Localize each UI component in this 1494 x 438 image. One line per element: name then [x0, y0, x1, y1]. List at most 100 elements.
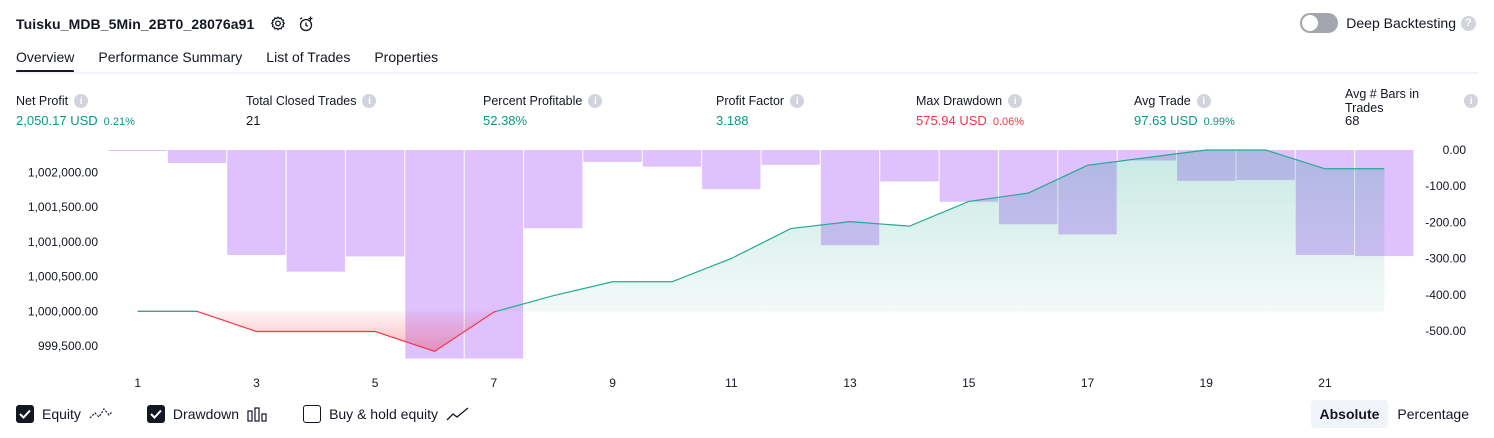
metric-avg-bars-in-trades: Avg # Bars in Trades i 68	[1345, 87, 1478, 128]
metric-profit-factor: Profit Factor i 3.188	[716, 93, 805, 128]
left-axis-tick-label: 1,001,500.00	[28, 200, 98, 214]
equity-drawdown-chart: 1,002,000.00 1,001,500.00 1,001,000.00 1,00…	[28, 143, 1466, 390]
equity-label: Equity	[42, 406, 81, 422]
tab-list-of-trades[interactable]: List of Trades	[266, 44, 350, 74]
x-axis-tick-label: 5	[372, 376, 379, 390]
chart-legend: Equity Drawdown Buy & hold equity	[16, 403, 504, 425]
x-axis-tick-label: 15	[962, 376, 976, 390]
left-axis-tick-label: 1,002,000.00	[28, 165, 98, 179]
buy-hold-line-icon	[446, 406, 470, 422]
right-axis-tick-label: -200.00	[1425, 215, 1466, 229]
equity-line-icon	[89, 406, 113, 422]
settings-icon[interactable]	[266, 12, 290, 36]
drawdown-bar	[227, 150, 286, 255]
info-icon[interactable]: i	[790, 94, 805, 108]
metric-value: 575.94 USD	[916, 113, 987, 128]
tab-bar: Overview Performance Summary List of Tra…	[16, 44, 462, 74]
metric-value: 3.188	[716, 113, 749, 128]
strategy-header: Tuisku_MDB_5Min_2BT0_28076a91	[16, 12, 318, 36]
info-icon[interactable]: i	[1008, 94, 1023, 108]
right-axis-tick-label: -300.00	[1425, 252, 1466, 266]
legend-equity[interactable]: Equity	[16, 405, 113, 423]
metric-value: 97.63 USD	[1134, 113, 1198, 128]
metric-percent: 0.21%	[103, 116, 135, 128]
drawdown-bars-icon	[247, 406, 269, 422]
metric-label: Max Drawdown	[916, 94, 1003, 108]
metric-avg-trade: Avg Trade i 97.63 USD 0.99%	[1134, 93, 1235, 128]
metric-percent-profitable: Percent Profitable i 52.38%	[483, 93, 603, 128]
metric-max-drawdown: Max Drawdown i 575.94 USD 0.06%	[916, 93, 1024, 128]
metric-value: 2,050.17 USD	[16, 113, 98, 128]
x-axis-tick-label: 9	[609, 376, 616, 390]
info-icon[interactable]: i	[588, 94, 603, 108]
metric-value: 21	[246, 113, 261, 128]
strategy-title: Tuisku_MDB_5Min_2BT0_28076a91	[16, 16, 255, 32]
left-axis-tick-label: 1,000,000.00	[28, 304, 98, 318]
x-axis-tick-label: 17	[1081, 376, 1095, 390]
x-axis-tick-label: 19	[1200, 376, 1214, 390]
info-icon[interactable]: i	[1196, 94, 1211, 108]
toggle-knob	[1302, 15, 1319, 31]
right-axis-tick-label: -100.00	[1425, 179, 1466, 193]
drawdown-bar	[761, 150, 820, 165]
metric-label: Avg # Bars in Trades	[1345, 87, 1420, 115]
info-icon[interactable]: i	[74, 94, 89, 108]
left-axis-tick-label: 1,000,500.00	[28, 270, 98, 284]
drawdown-bar	[167, 150, 227, 164]
tab-properties[interactable]: Properties	[374, 44, 438, 74]
x-axis-tick-label: 21	[1318, 376, 1332, 390]
metric-label: Percent Profitable	[483, 94, 583, 108]
tab-overview[interactable]: Overview	[16, 44, 75, 74]
tab-divider	[16, 72, 1478, 74]
deep-backtesting: Deep Backtesting ?	[1300, 13, 1476, 33]
metric-label: Net Profit	[16, 94, 69, 108]
left-axis-tick-label: 999,500.00	[38, 339, 98, 353]
x-axis-ticks: 1 3 5 7 9 11 13 15 17 19 21	[134, 376, 1332, 390]
metric-label: Profit Factor	[716, 94, 785, 108]
right-axis-ticks: 0.00 -100.00 -200.00 -300.00 -400.00 -500.00	[1425, 143, 1466, 338]
metric-value: 68	[1345, 113, 1360, 128]
x-axis-tick-label: 13	[843, 376, 857, 390]
legend-drawdown[interactable]: Drawdown	[146, 405, 269, 423]
info-icon[interactable]: i	[362, 94, 377, 108]
right-axis-tick-label: 0.00	[1443, 143, 1467, 157]
x-axis-tick-label: 1	[134, 376, 141, 390]
drawdown-bar	[108, 150, 167, 151]
x-axis-tick-label: 7	[491, 376, 498, 390]
left-axis-ticks: 1,002,000.00 1,001,500.00 1,001,000.00 1,00…	[28, 165, 98, 353]
absolute-button[interactable]: Absolute	[1310, 400, 1389, 428]
metrics-row: Net Profit i 2,050.17 USD 0.21% Total Clos…	[16, 87, 1478, 133]
metric-value: 52.38%	[483, 113, 528, 128]
metric-percent: 0.06%	[992, 116, 1025, 128]
metric-percent: 0.99%	[1203, 116, 1235, 128]
drawdown-bar	[464, 150, 524, 359]
drawdown-bar	[345, 150, 405, 257]
info-icon[interactable]: i	[1464, 94, 1478, 108]
x-axis-tick-label: 11	[725, 376, 738, 390]
tab-performance-summary[interactable]: Performance Summary	[98, 44, 242, 74]
buy-hold-label: Buy & hold equity	[329, 406, 439, 422]
metric-total-closed-trades: Total Closed Trades i 21	[246, 93, 377, 128]
alarm-add-icon[interactable]	[294, 12, 318, 36]
drawdown-checkbox[interactable]	[146, 405, 165, 423]
drawdown-bar	[524, 150, 583, 229]
help-icon[interactable]: ?	[1461, 15, 1476, 31]
drawdown-bar	[702, 150, 761, 190]
drawdown-label: Drawdown	[172, 406, 240, 422]
percentage-button[interactable]: Percentage	[1388, 400, 1478, 428]
drawdown-bar	[286, 150, 345, 272]
right-axis-tick-label: -400.00	[1425, 288, 1466, 302]
metric-label: Avg Trade	[1134, 94, 1191, 108]
scale-mode-switch: Absolute Percentage	[1310, 400, 1479, 428]
drawdown-bar	[583, 150, 642, 162]
buy-hold-checkbox[interactable]	[303, 405, 322, 423]
equity-checkbox[interactable]	[16, 405, 34, 423]
legend-buy-hold-equity[interactable]: Buy & hold equity	[303, 405, 470, 423]
x-axis-tick-label: 3	[253, 376, 260, 390]
drawdown-bar	[642, 150, 702, 167]
right-axis-tick-label: -500.00	[1425, 324, 1466, 338]
drawdown-bar	[880, 150, 939, 182]
metric-label: Total Closed Trades	[246, 94, 357, 108]
drawdown-bar	[939, 150, 998, 202]
deep-backtesting-toggle[interactable]	[1300, 13, 1339, 33]
